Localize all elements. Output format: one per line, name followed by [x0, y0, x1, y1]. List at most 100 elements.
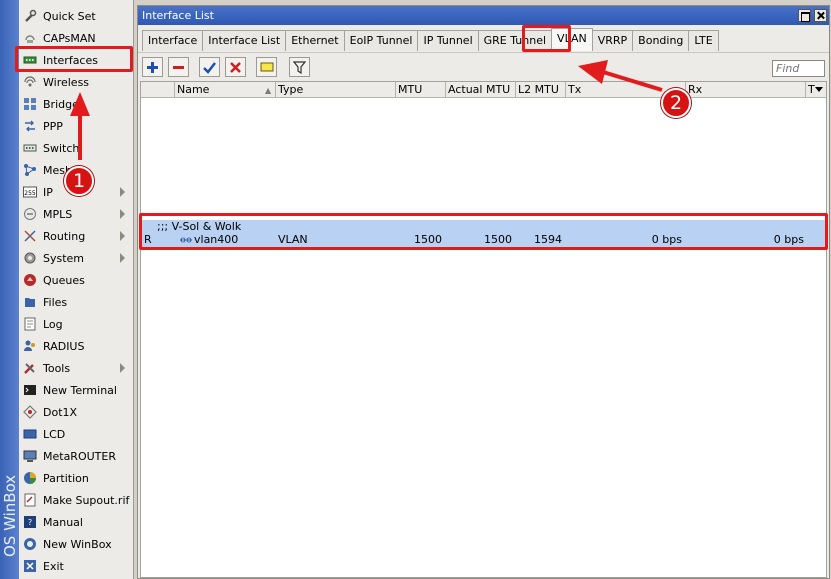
sidebar-item-ppp[interactable]: PPP	[19, 115, 133, 137]
sort-indicator-icon: ▲	[265, 86, 272, 95]
ip-icon: 255	[23, 185, 37, 199]
minus-icon	[173, 65, 184, 69]
metarouter-icon	[23, 449, 37, 463]
submenu-arrow-icon	[120, 253, 125, 263]
sidebar-item-dot1x[interactable]: Dot1X	[19, 401, 133, 423]
disable-button[interactable]	[225, 57, 246, 77]
tab-bar: Interface Interface List Ethernet EoIP T…	[142, 28, 719, 51]
tools-icon	[23, 361, 37, 375]
bridge-icon	[23, 97, 37, 111]
checkmark-icon	[203, 61, 216, 74]
column-header-l2-mtu[interactable]: L2 MTU	[516, 82, 566, 98]
winbox-icon	[23, 537, 37, 551]
column-header-name[interactable]: Name	[175, 82, 276, 98]
plus-icon	[147, 61, 158, 73]
row-flag: R	[144, 233, 152, 246]
add-button[interactable]	[142, 57, 163, 77]
sidebar-item-wireless[interactable]: Wireless	[19, 71, 133, 93]
row-name: vlan400	[194, 233, 239, 246]
column-dropdown-icon[interactable]	[815, 87, 823, 92]
close-icon[interactable]	[814, 9, 827, 22]
remove-button[interactable]	[168, 57, 189, 77]
manual-icon: ?	[23, 515, 37, 529]
tab-interface-list[interactable]: Interface List	[202, 30, 287, 51]
comment-button[interactable]	[256, 57, 277, 77]
sidebar-item-exit[interactable]: Exit	[19, 555, 133, 577]
sidebar-menu: Quick Set CAPsMAN Interfaces Wireless Br…	[19, 0, 134, 579]
tab-gre-tunnel[interactable]: GRE Tunnel	[477, 30, 553, 51]
sidebar-item-partition[interactable]: Partition	[19, 467, 133, 489]
sidebar-item-bridge[interactable]: Bridge	[19, 93, 133, 115]
partition-icon	[23, 471, 37, 485]
switch-icon	[23, 141, 37, 155]
ppp-icon	[23, 119, 37, 133]
row-tx: 0 bps	[651, 233, 682, 246]
sidebar-item-system[interactable]: System	[19, 247, 133, 269]
window-title-bar[interactable]: Interface List	[138, 6, 829, 25]
sidebar-item-new-terminal[interactable]: New Terminal	[19, 379, 133, 401]
supout-icon	[23, 493, 37, 507]
sidebar-item-interfaces[interactable]: Interfaces	[19, 49, 133, 71]
routing-icon	[23, 229, 37, 243]
mpls-icon	[23, 207, 37, 221]
sidebar-item-queues[interactable]: Queues	[19, 269, 133, 291]
brand-label: OS WinBox	[0, 474, 19, 557]
vlan-icon	[179, 235, 193, 245]
row-actual-mtu: 1500	[484, 233, 512, 246]
tab-vlan[interactable]: VLAN	[551, 28, 593, 51]
sidebar-item-mpls[interactable]: MPLS	[19, 203, 133, 225]
filter-button[interactable]	[289, 57, 310, 77]
window-title: Interface List	[142, 9, 214, 22]
sidebar-item-switch[interactable]: Switch	[19, 137, 133, 159]
sidebar-item-make-supout[interactable]: Make Supout.rif	[19, 489, 133, 511]
column-header-type[interactable]: Type	[276, 82, 396, 98]
sidebar-item-radius[interactable]: RADIUS	[19, 335, 133, 357]
sidebar-item-tools[interactable]: Tools	[19, 357, 133, 379]
sidebar-item-routing[interactable]: Routing	[19, 225, 133, 247]
tab-lte[interactable]: LTE	[688, 30, 719, 51]
comment-row[interactable]: ;;; V-Sol & Wolk	[141, 220, 826, 233]
tab-ethernet[interactable]: Ethernet	[285, 30, 345, 51]
interfaces-icon	[23, 53, 37, 67]
sidebar-item-quick-set[interactable]: Quick Set	[19, 5, 133, 27]
tab-interface[interactable]: Interface	[142, 30, 204, 51]
table-header: Name ▲ Type MTU Actual MTU L2 MTU Tx Rx …	[141, 82, 826, 98]
cross-icon	[230, 61, 241, 73]
sidebar-item-capsman[interactable]: CAPsMAN	[19, 27, 133, 49]
tab-vrrp[interactable]: VRRP	[591, 30, 634, 51]
sidebar-item-files[interactable]: Files	[19, 291, 133, 313]
row-l2-mtu: 1594	[534, 233, 562, 246]
find-input[interactable]	[772, 60, 825, 77]
queues-icon	[23, 273, 37, 287]
enable-button[interactable]	[199, 57, 220, 77]
lcd-icon	[23, 427, 37, 441]
tab-ip-tunnel[interactable]: IP Tunnel	[417, 30, 479, 51]
sidebar-item-metarouter[interactable]: MetaROUTER	[19, 445, 133, 467]
exit-icon	[23, 559, 37, 573]
radius-icon	[23, 339, 37, 353]
svg-text:?: ?	[28, 518, 32, 527]
sidebar-item-lcd[interactable]: LCD	[19, 423, 133, 445]
mesh-icon	[23, 163, 37, 177]
sidebar-item-log[interactable]: Log	[19, 313, 133, 335]
interface-list-window: Interface List Interface Interface List …	[137, 5, 830, 579]
submenu-arrow-icon	[120, 209, 125, 219]
submenu-arrow-icon	[120, 231, 125, 241]
column-header-mtu[interactable]: MTU	[396, 82, 446, 98]
tab-bonding[interactable]: Bonding	[632, 30, 690, 51]
column-header-rx[interactable]: Rx	[686, 82, 806, 98]
column-header-flags[interactable]	[141, 82, 175, 98]
tab-eoip-tunnel[interactable]: EoIP Tunnel	[343, 30, 419, 51]
sidebar-item-manual[interactable]: ? Manual	[19, 511, 133, 533]
restore-icon[interactable]	[798, 9, 811, 22]
table-row[interactable]: R vlan400 VLAN 1500 1500 1594 0 bps 0 bp…	[141, 233, 826, 247]
toolbar	[138, 52, 829, 79]
filter-icon	[293, 60, 306, 74]
step-badge-2: 2	[661, 88, 691, 118]
wrench-icon	[23, 9, 37, 23]
step-badge-1: 1	[64, 166, 94, 196]
brand-text: OS WinBox	[0, 455, 19, 575]
column-header-actual-mtu[interactable]: Actual MTU	[446, 82, 516, 98]
row-type: VLAN	[278, 233, 308, 246]
sidebar-item-new-winbox[interactable]: New WinBox	[19, 533, 133, 555]
